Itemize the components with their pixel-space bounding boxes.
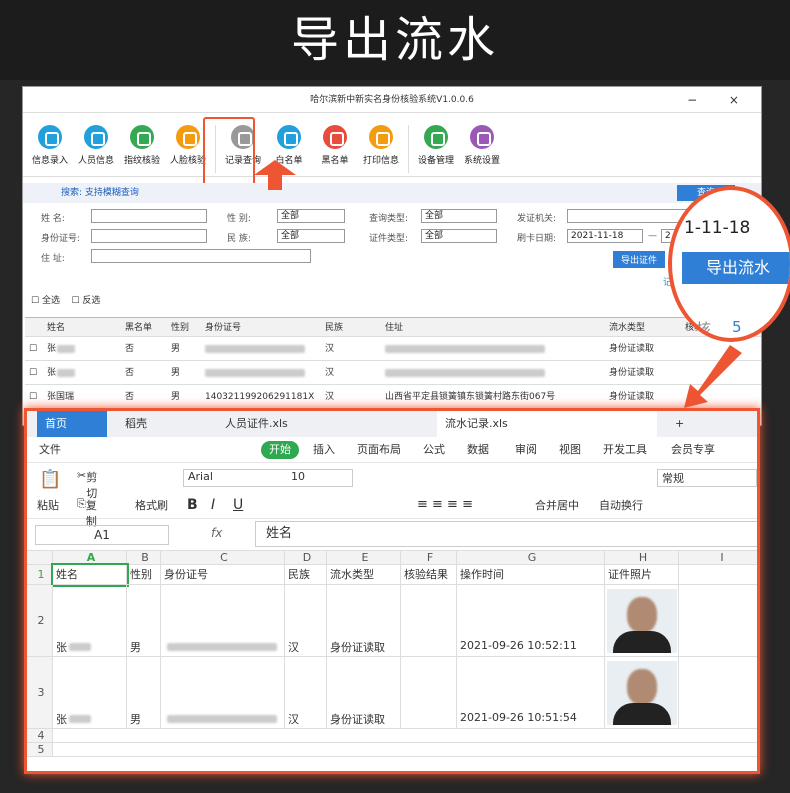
data-cell[interactable]	[401, 657, 457, 729]
header-cell[interactable]: 核验结果	[401, 565, 457, 585]
menu-item[interactable]: 审阅	[515, 437, 537, 463]
menu-item[interactable]: 开发工具	[603, 437, 647, 463]
excel-tab[interactable]: 稻壳	[117, 411, 207, 437]
excel-tab[interactable]: 人员证件.xls	[217, 411, 417, 437]
data-cell[interactable]: 身份证读取	[327, 585, 401, 657]
header-cell[interactable]: 民族	[285, 565, 327, 585]
id-photo	[607, 661, 677, 725]
data-cell[interactable]: 2021-09-26 10:52:11	[457, 585, 605, 657]
data-cell[interactable]: 汉	[285, 657, 327, 729]
number-format-select[interactable]: 常规	[657, 469, 757, 487]
photo-body	[613, 631, 671, 653]
header-cell[interactable]: 性别	[127, 565, 161, 585]
column-letter[interactable]: F	[401, 551, 457, 565]
font-size[interactable]: 10	[291, 470, 305, 483]
data-cell[interactable]: 汉	[285, 585, 327, 657]
copy-button[interactable]: ⎘ 复制	[77, 497, 97, 528]
menu-item[interactable]: 视图	[559, 437, 581, 463]
row-number[interactable]: 4	[27, 729, 53, 743]
excel-ribbon: 📋 粘贴 ✂ 剪切 ⎘ 复制 格式刷 Arial 10 B I U ≡ ≡ ≡ …	[27, 463, 757, 528]
paste-button[interactable]: 粘贴	[37, 497, 59, 513]
arrow-to-excel	[684, 345, 742, 408]
excel-window: 首页 稻壳 人员证件.xls 流水记录.xls + 文件 开始 插入 页面布局 公式 数据 审阅 视图…	[24, 408, 760, 774]
fx-icon: fx	[211, 526, 223, 540]
column-letter[interactable]: C	[161, 551, 285, 565]
photo-face	[627, 597, 657, 633]
empty-cell[interactable]	[679, 657, 757, 729]
align-icons[interactable]: ≡ ≡ ≡ ≡	[417, 497, 473, 512]
header-cell[interactable]: 身份证号	[161, 565, 285, 585]
photo-face	[627, 669, 657, 705]
header-cell[interactable]: 操作时间	[457, 565, 605, 585]
column-letter[interactable]: D	[285, 551, 327, 565]
empty-cell[interactable]	[679, 585, 757, 657]
empty-row[interactable]	[53, 743, 757, 757]
name-box[interactable]: A1	[35, 525, 169, 545]
bold-button[interactable]: B	[187, 497, 198, 513]
data-cell[interactable]: 男	[127, 585, 161, 657]
empty-cell[interactable]	[679, 565, 757, 585]
cut-button[interactable]: ✂ 剪切	[77, 469, 97, 500]
header-cell[interactable]: 姓名	[51, 563, 129, 587]
blurred-id	[167, 715, 277, 723]
font-select[interactable]: Arial	[183, 469, 353, 487]
data-cell[interactable]: 身份证读取	[327, 657, 401, 729]
blurred-name	[69, 715, 91, 723]
sheet-corner	[27, 551, 53, 565]
blurred-id	[167, 643, 277, 651]
column-letter[interactable]: H	[605, 551, 679, 565]
column-letter[interactable]: B	[127, 551, 161, 565]
menu-item[interactable]: 页面布局	[357, 437, 401, 463]
menu-item[interactable]: 文件	[39, 437, 61, 463]
excel-menu: 文件 开始 插入 页面布局 公式 数据 审阅 视图 开发工具 会员专享	[27, 437, 757, 463]
underline-button[interactable]: U	[233, 497, 243, 513]
empty-row[interactable]	[53, 729, 757, 743]
wrap-button[interactable]: 自动换行	[599, 497, 643, 513]
format-painter-button[interactable]: 格式刷	[135, 497, 168, 513]
column-letter[interactable]: A	[53, 551, 127, 565]
column-letter[interactable]: G	[457, 551, 605, 565]
blurred-name	[69, 643, 91, 651]
header-cell[interactable]: 流水类型	[327, 565, 401, 585]
header-cell[interactable]: 证件照片	[605, 565, 679, 585]
data-cell[interactable]: 男	[127, 657, 161, 729]
excel-tab[interactable]: 首页	[37, 411, 107, 437]
column-letter[interactable]: I	[679, 551, 757, 565]
paste-icon[interactable]: 📋	[39, 469, 61, 490]
row-number[interactable]: 5	[27, 743, 53, 757]
menu-item[interactable]: 会员专享	[671, 437, 715, 463]
excel-tab[interactable]: 流水记录.xls	[437, 411, 657, 437]
menu-item[interactable]: 数据	[467, 437, 489, 463]
data-cell[interactable]	[401, 585, 457, 657]
menu-item[interactable]: 公式	[423, 437, 445, 463]
column-letter[interactable]: E	[327, 551, 401, 565]
row-number[interactable]: 1	[27, 565, 53, 585]
id-photo	[607, 589, 677, 653]
formula-bar: A1 fx 姓名	[27, 519, 757, 551]
formula-input[interactable]: 姓名	[255, 521, 757, 547]
menu-item[interactable]: 开始	[261, 441, 299, 459]
photo-body	[613, 703, 671, 725]
excel-tab[interactable]: +	[667, 411, 697, 437]
excel-tabbar: 首页 稻壳 人员证件.xls 流水记录.xls +	[27, 411, 757, 437]
arrow-to-query	[254, 160, 296, 190]
row-number[interactable]: 3	[27, 657, 53, 729]
italic-button[interactable]: I	[211, 497, 215, 513]
data-cell[interactable]: 2021-09-26 10:51:54	[457, 657, 605, 729]
row-number[interactable]: 2	[27, 585, 53, 657]
menu-item[interactable]: 插入	[313, 437, 335, 463]
merge-button[interactable]: 合并居中	[535, 497, 579, 513]
